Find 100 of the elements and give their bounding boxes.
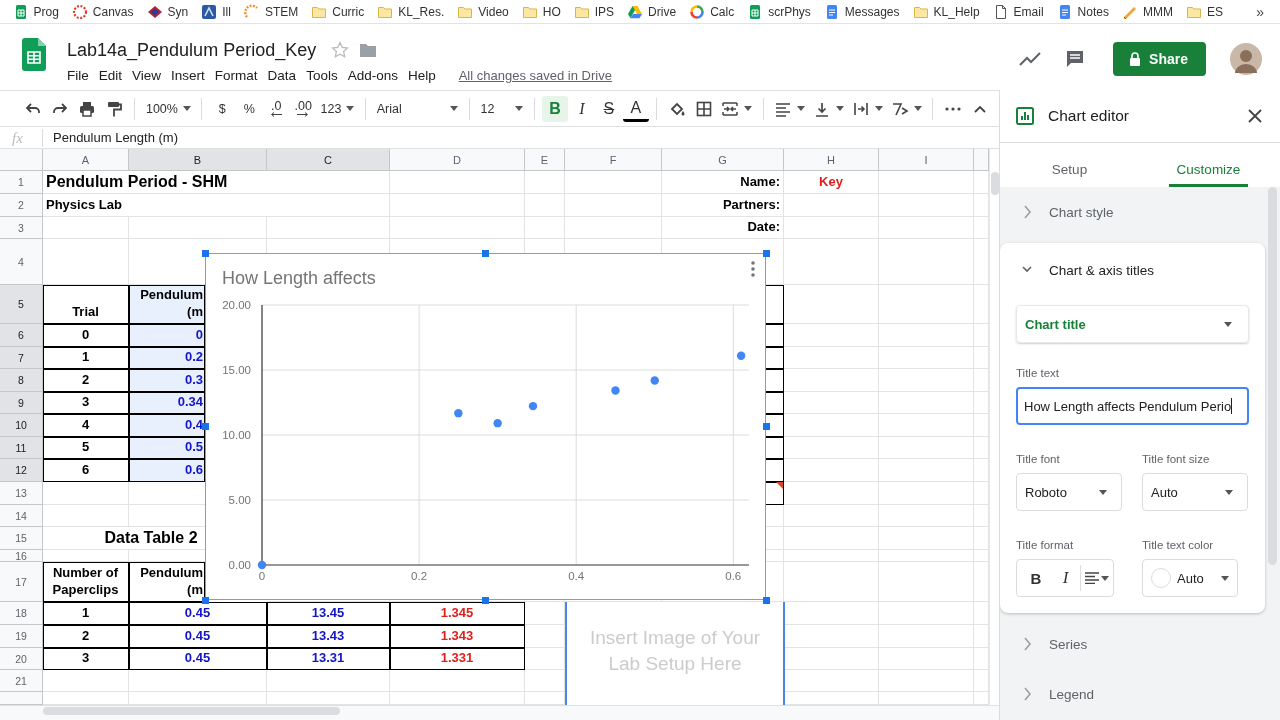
resize-handle[interactable] [202, 250, 209, 257]
column-header[interactable]: F [565, 149, 662, 171]
number-format-dropdown[interactable]: 123 [317, 95, 358, 122]
text-color-button[interactable]: A [622, 95, 649, 122]
font-dropdown[interactable]: Roboto [1016, 473, 1122, 511]
row-header[interactable]: 13 [0, 482, 43, 505]
menu-item[interactable]: Insert [166, 66, 210, 84]
menu-item[interactable]: Tools [301, 66, 343, 84]
kebab-menu-icon[interactable] [750, 260, 756, 278]
resize-handle[interactable] [482, 597, 489, 604]
row-header[interactable]: 15 [0, 527, 43, 550]
resize-handle[interactable] [202, 423, 209, 430]
column-header[interactable]: I [879, 149, 974, 171]
row-header[interactable]: 5 [0, 285, 43, 324]
bookmark-link[interactable]: scrPhys [740, 0, 818, 23]
bookmark-link[interactable]: KL_Res. [370, 0, 451, 23]
menu-item[interactable]: Edit [93, 66, 128, 84]
title-text-field[interactable]: How Length affects Pendulum Perio [1016, 387, 1249, 425]
row-header[interactable]: 3 [0, 217, 43, 239]
title-target-dropdown[interactable]: Chart title [1016, 305, 1249, 343]
strikethrough-button[interactable]: S [595, 95, 622, 122]
column-header[interactable]: B [129, 149, 267, 171]
column-header[interactable]: D [390, 149, 525, 171]
bookmark-link[interactable]: Notes [1050, 0, 1116, 23]
bookmark-link[interactable]: Canvas [65, 0, 141, 23]
resize-handle[interactable] [482, 250, 489, 257]
menu-item[interactable]: Data [262, 66, 302, 84]
row-header[interactable]: 14 [0, 505, 43, 527]
percent-button[interactable]: % [236, 95, 263, 122]
bookmark-link[interactable]: STEM [237, 0, 305, 23]
row-header[interactable]: 20 [0, 648, 43, 670]
row-header[interactable]: 16 [0, 550, 43, 562]
bookmark-link[interactable]: IPS [567, 0, 621, 23]
row-header[interactable]: 9 [0, 392, 43, 414]
bookmark-link[interactable]: Syn [140, 0, 195, 23]
row-header[interactable]: 11 [0, 437, 43, 459]
column-header[interactable]: C [267, 149, 390, 171]
row-header[interactable]: 2 [0, 194, 43, 217]
increase-decimal-button[interactable]: .00 [290, 95, 317, 122]
bookmark-link[interactable]: ES [1179, 0, 1230, 23]
avatar[interactable] [1230, 43, 1262, 75]
star-icon[interactable] [331, 41, 350, 59]
data-point[interactable] [493, 418, 502, 428]
menu-item[interactable]: File [62, 66, 94, 84]
currency-button[interactable]: $ [209, 95, 236, 122]
bold-button[interactable]: B [541, 95, 568, 122]
more-bookmarks-button[interactable]: » [1246, 3, 1274, 20]
row-header[interactable]: 19 [0, 625, 43, 648]
save-status-link[interactable]: All changes saved in Drive [458, 67, 612, 83]
share-button[interactable]: Share [1113, 42, 1206, 76]
column-header[interactable]: E [525, 149, 565, 171]
resize-handle[interactable] [202, 597, 209, 604]
bookmark-link[interactable]: Prog [6, 0, 66, 23]
column-header[interactable]: G [662, 149, 784, 171]
row-header[interactable]: 12 [0, 459, 43, 482]
bookmark-link[interactable]: Messages [817, 0, 907, 23]
row-header[interactable]: 1 [0, 171, 43, 194]
data-point[interactable] [611, 386, 620, 395]
text-color-dropdown[interactable]: Auto [1142, 559, 1238, 597]
data-point[interactable] [454, 408, 463, 418]
data-point[interactable] [736, 351, 746, 360]
bookmark-link[interactable]: Ill [194, 0, 238, 23]
font-dropdown[interactable]: Arial [372, 95, 462, 122]
data-point[interactable] [257, 560, 267, 570]
font-size-dropdown[interactable]: 12 [476, 95, 527, 122]
italic-button[interactable]: I [568, 95, 595, 122]
comment-icon[interactable] [1065, 49, 1086, 69]
bookmark-link[interactable]: Video [450, 0, 516, 23]
menu-item[interactable]: Format [209, 66, 263, 84]
row-header[interactable]: 8 [0, 369, 43, 392]
column-header[interactable]: A [43, 149, 129, 171]
row-header[interactable]: 18 [0, 602, 43, 625]
zoom-dropdown[interactable]: 100% [141, 95, 195, 122]
trend-line-icon[interactable] [1019, 52, 1042, 66]
resize-handle[interactable] [763, 597, 770, 604]
font-size-dropdown[interactable]: Auto [1142, 473, 1248, 511]
row-header[interactable]: 21 [0, 670, 43, 692]
menu-item[interactable]: Add-ons [342, 66, 403, 84]
section-toggle[interactable]: Chart & axis titles [1016, 243, 1249, 297]
bookmark-link[interactable]: MMM [1115, 0, 1180, 23]
bookmark-link[interactable]: KL_Help [906, 0, 987, 23]
bookmark-link[interactable]: Email [986, 0, 1051, 23]
document-title[interactable]: Lab14a_Pendulum Period_Key [62, 39, 322, 61]
column-header[interactable]: H [784, 149, 879, 171]
folder-icon[interactable] [359, 42, 378, 58]
resize-handle[interactable] [763, 250, 770, 257]
section-toggle[interactable]: Chart style [1000, 187, 1265, 237]
bookmark-link[interactable]: HO [515, 0, 568, 23]
bold-button[interactable]: B [1021, 560, 1051, 596]
row-header[interactable]: 4 [0, 239, 43, 285]
menu-item[interactable]: Help [402, 66, 441, 84]
row-header[interactable]: 17 [0, 562, 43, 602]
section-toggle[interactable]: Legend [1000, 669, 1265, 719]
scatter-chart[interactable]: 0.00 5.00 10.00 15.00 20.00 0 0.2 0.4 0.6 How Length affects [205, 253, 766, 600]
decrease-decimal-button[interactable]: .0 [263, 95, 290, 122]
data-point[interactable] [528, 401, 538, 411]
tab[interactable]: Setup [1043, 143, 1096, 187]
row-header[interactable]: 10 [0, 414, 43, 437]
formula-input[interactable]: Pendulum Length (m) [43, 130, 178, 145]
bookmark-link[interactable]: Curric [304, 0, 371, 23]
